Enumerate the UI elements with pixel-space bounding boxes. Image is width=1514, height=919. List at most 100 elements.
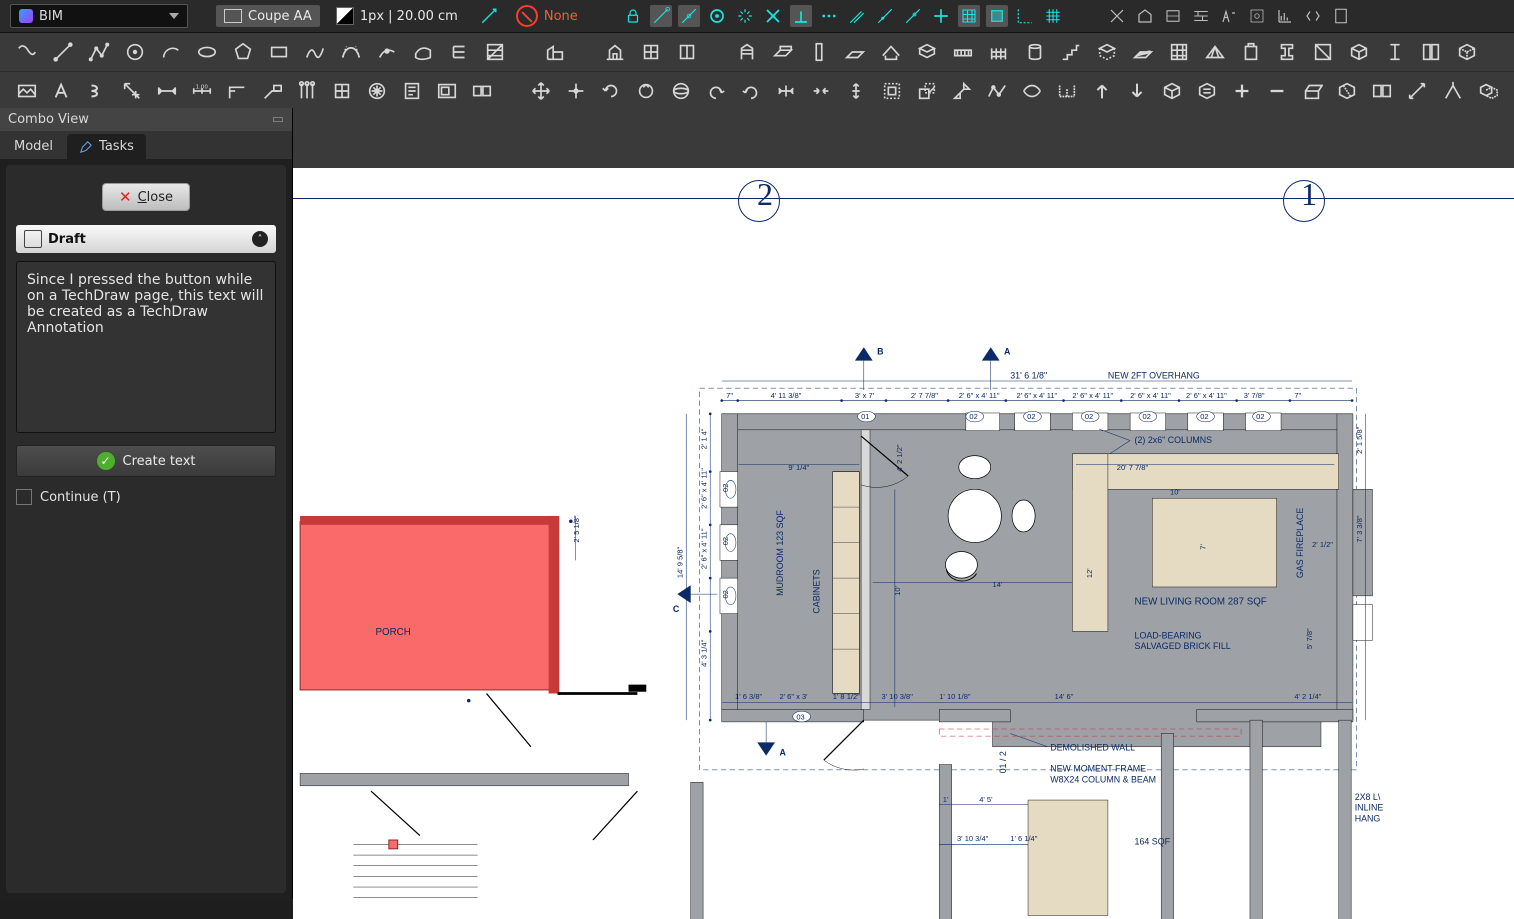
tool-rebar[interactable] [1130, 39, 1156, 65]
tool-copy-move[interactable] [563, 78, 588, 104]
tool-clone[interactable] [1475, 78, 1500, 104]
create-text-button[interactable]: ✓ Create text [16, 445, 276, 477]
tool-offset[interactable] [844, 78, 869, 104]
tool-mirror-v[interactable] [809, 78, 834, 104]
snap-grid-icon[interactable] [958, 5, 980, 27]
tool-door[interactable] [674, 39, 700, 65]
snap-ortho-icon[interactable] [930, 5, 952, 27]
tool-slab[interactable] [806, 39, 832, 65]
tool-equipment[interactable] [1238, 39, 1264, 65]
tab-tasks[interactable]: Tasks [67, 134, 146, 159]
tool-frame[interactable] [950, 39, 976, 65]
tool-shapestring2[interactable] [84, 78, 109, 104]
tool-leader[interactable] [224, 78, 249, 104]
tool-addplus[interactable] [1230, 78, 1255, 104]
tool-cut[interactable] [1335, 78, 1360, 104]
lineweight-chip[interactable]: 1px | 20.00 cm [328, 5, 466, 27]
tool-polygon[interactable] [230, 39, 256, 65]
workbench-select[interactable]: BIM [10, 4, 188, 28]
tool-extrude[interactable] [1300, 78, 1325, 104]
autogroup-none[interactable]: None [512, 5, 582, 27]
snap-lock-icon[interactable] [622, 5, 644, 27]
panel-detach-icon[interactable]: ▭ [272, 112, 284, 127]
snap-near-icon[interactable] [902, 5, 924, 27]
tool-facebinder[interactable] [410, 39, 436, 65]
tool-rectangle[interactable] [266, 39, 292, 65]
snap-workingplane-icon[interactable] [986, 5, 1008, 27]
tool-axis-system[interactable] [330, 78, 355, 104]
tool-wall[interactable] [842, 39, 868, 65]
snap-parallel-icon[interactable] [846, 5, 868, 27]
tool-point[interactable] [374, 39, 400, 65]
tool-scale[interactable] [914, 78, 939, 104]
tool-dimension[interactable] [154, 78, 179, 104]
tool-panel[interactable] [914, 39, 940, 65]
code-icon[interactable] [1302, 5, 1324, 27]
tool-axispick[interactable] [1405, 78, 1430, 104]
levels-icon[interactable] [1162, 5, 1184, 27]
drawing-viewport[interactable]: 2 1 2' 5 1/8" PORCH [293, 108, 1514, 899]
close-button[interactable]: ✕ Close [102, 183, 190, 211]
snap-midpoint-icon[interactable] [678, 5, 700, 27]
tool-circle[interactable] [122, 39, 148, 65]
collapse-icon[interactable]: ˄ [252, 231, 268, 247]
tool-rotate[interactable] [599, 78, 624, 104]
tool-orbit[interactable] [669, 78, 694, 104]
toggle-grid-icon[interactable] [1042, 5, 1064, 27]
tool-profile2[interactable] [1382, 39, 1408, 65]
tool-space[interactable] [1094, 39, 1120, 65]
tool-site[interactable] [602, 39, 628, 65]
tool-redo-arrow[interactable] [739, 78, 764, 104]
building-icon[interactable] [1134, 5, 1156, 27]
tool-trimex[interactable] [879, 78, 904, 104]
tool-arc[interactable] [158, 39, 184, 65]
tool-profile[interactable] [1274, 39, 1300, 65]
tool-library[interactable] [1418, 39, 1444, 65]
snap-special-icon[interactable] [874, 5, 896, 27]
tool-axis[interactable] [295, 78, 320, 104]
tool-truss[interactable] [1202, 39, 1228, 65]
tool-array[interactable] [1054, 78, 1079, 104]
tool-group[interactable] [1370, 78, 1395, 104]
tool-column[interactable] [734, 39, 760, 65]
tool-undo-arrow[interactable] [704, 78, 729, 104]
chart-icon[interactable] [1274, 5, 1296, 27]
tool-section[interactable] [1310, 39, 1336, 65]
tool-wire[interactable] [86, 39, 112, 65]
tool-cube1[interactable] [1160, 78, 1185, 104]
tool-bezier[interactable] [338, 39, 364, 65]
tool-pipe[interactable] [1022, 39, 1048, 65]
tool-rotate2[interactable] [634, 78, 659, 104]
tab-model[interactable]: Model [2, 134, 65, 159]
active-view-chip[interactable]: Coupe AA [216, 5, 320, 27]
tool-hatch2[interactable] [365, 78, 390, 104]
tool-bspline[interactable] [302, 39, 328, 65]
tool-mirror-h[interactable] [774, 78, 799, 104]
tool-dimension-style[interactable] [119, 78, 144, 104]
tool-roof[interactable] [878, 39, 904, 65]
schedule-icon[interactable] [1246, 5, 1268, 27]
tool-link[interactable] [470, 78, 495, 104]
snap-extension-icon[interactable] [818, 5, 840, 27]
annotate-icon[interactable] [1218, 5, 1240, 27]
tool-image[interactable] [14, 78, 39, 104]
tool-hatch[interactable] [482, 39, 508, 65]
tool-fence[interactable] [986, 39, 1012, 65]
tool-mirror2[interactable] [1440, 78, 1465, 104]
walls-icon[interactable] [1190, 5, 1212, 27]
tool-label[interactable] [259, 78, 284, 104]
tool-upgrade[interactable] [1089, 78, 1114, 104]
tool-text[interactable] [49, 78, 74, 104]
snap-dimensions-icon[interactable] [1014, 5, 1036, 27]
tool-curtain[interactable] [1166, 39, 1192, 65]
tool-stretch[interactable] [949, 78, 974, 104]
snap-perpendicular-icon[interactable] [790, 5, 812, 27]
tool-segment[interactable] [50, 39, 76, 65]
tool-dimension-chain[interactable]: 1.00 [189, 78, 214, 104]
tool-join[interactable] [1019, 78, 1044, 104]
snap-center-icon[interactable] [706, 5, 728, 27]
draft-section-header[interactable]: Draft ˄ [16, 225, 276, 253]
snap-intersection-icon[interactable] [762, 5, 784, 27]
annotation-text-input[interactable]: Since I pressed the button while on a Te… [16, 261, 276, 433]
tool-line[interactable] [14, 39, 40, 65]
